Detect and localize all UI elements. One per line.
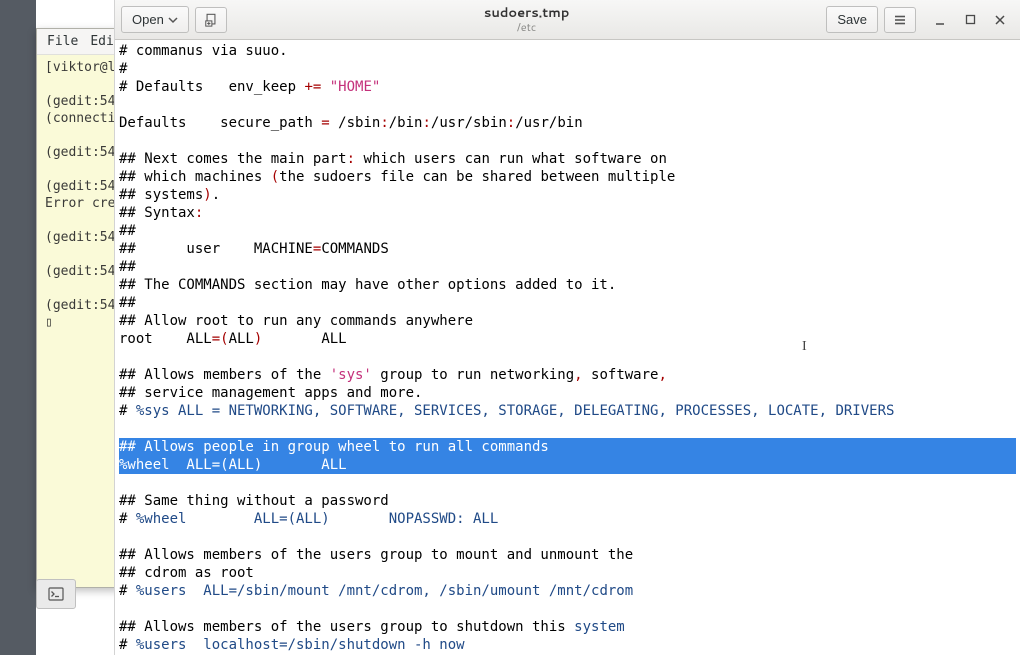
editor-line[interactable]: ## Next comes the main part: which users…	[119, 150, 1016, 168]
editor-line[interactable]: ##	[119, 294, 1016, 312]
editor-line[interactable]: ## cdrom as root	[119, 564, 1016, 582]
save-button[interactable]: Save	[826, 6, 878, 33]
gedit-window: Open sudoers.tmp /etc Save	[114, 0, 1020, 655]
maximize-button[interactable]	[962, 12, 978, 28]
editor-line[interactable]	[119, 600, 1016, 618]
editor-line[interactable]: # %users ALL=/sbin/mount /mnt/cdrom, /sb…	[119, 582, 1016, 600]
editor-line[interactable]	[119, 474, 1016, 492]
desktop-left-strip	[0, 0, 36, 655]
editor-line[interactable]: # %sys ALL = NETWORKING, SOFTWARE, SERVI…	[119, 402, 1016, 420]
editor-line[interactable]: ## Same thing without a password	[119, 492, 1016, 510]
save-button-label: Save	[837, 12, 867, 27]
editor-line[interactable]: ## Allows members of the users group to …	[119, 618, 1016, 636]
editor-line[interactable]	[119, 96, 1016, 114]
editor-area[interactable]: I # commanus via suuo.## Defaults env_ke…	[115, 40, 1020, 655]
desktop: File Edit [viktor@l (gedit:54 (connecti …	[0, 0, 1020, 655]
hamburger-menu-button[interactable]	[884, 7, 916, 33]
editor-line[interactable]: ##	[119, 258, 1016, 276]
editor-line[interactable]: ## service management apps and more.	[119, 384, 1016, 402]
chevron-down-icon	[168, 15, 178, 25]
editor-line[interactable]: root ALL=(ALL) ALL	[119, 330, 1016, 348]
editor-line[interactable]: ## Allows members of the users group to …	[119, 546, 1016, 564]
open-button[interactable]: Open	[121, 6, 189, 33]
close-button[interactable]	[992, 12, 1008, 28]
terminal-menu-file[interactable]: File	[47, 34, 78, 49]
editor-line[interactable]	[119, 348, 1016, 366]
new-tab-button[interactable]	[195, 7, 227, 33]
new-document-icon	[204, 13, 218, 27]
editor-line[interactable]: # Defaults env_keep += "HOME"	[119, 78, 1016, 96]
editor-line[interactable]: # %wheel ALL=(ALL) NOPASSWD: ALL	[119, 510, 1016, 528]
document-path: /etc	[233, 21, 821, 34]
open-button-label: Open	[132, 12, 164, 27]
text-cursor-indicator: I	[802, 338, 807, 356]
window-controls	[932, 12, 1008, 28]
editor-line[interactable]: #	[119, 60, 1016, 78]
editor-line[interactable]	[119, 528, 1016, 546]
editor-line[interactable]: ## Syntax:	[119, 204, 1016, 222]
editor-line[interactable]: ## systems).	[119, 186, 1016, 204]
editor-line[interactable]: ## which machines (the sudoers file can …	[119, 168, 1016, 186]
hamburger-icon	[893, 13, 907, 27]
editor-line[interactable]: ## Allows members of the 'sys' group to …	[119, 366, 1016, 384]
editor-line[interactable]: ## The COMMANDS section may have other o…	[119, 276, 1016, 294]
editor-line[interactable]: %wheel ALL=(ALL) ALL	[119, 456, 1016, 474]
editor-line[interactable]: ##	[119, 222, 1016, 240]
editor-line[interactable]: ## Allows people in group wheel to run a…	[119, 438, 1016, 456]
minimize-button[interactable]	[932, 12, 948, 28]
terminal-icon	[48, 586, 64, 602]
taskbar-terminal-button[interactable]	[36, 579, 76, 609]
editor-line[interactable]: # commanus via suuo.	[119, 42, 1016, 60]
editor-line[interactable]	[119, 420, 1016, 438]
editor-line[interactable]: # %users localhost=/sbin/shutdown -h now	[119, 636, 1016, 654]
editor-line[interactable]: ## user MACHINE=COMMANDS	[119, 240, 1016, 258]
editor-line[interactable]: ## Allow root to run any commands anywhe…	[119, 312, 1016, 330]
editor-line[interactable]: Defaults secure_path = /sbin:/bin:/usr/s…	[119, 114, 1016, 132]
gedit-headerbar: Open sudoers.tmp /etc Save	[115, 0, 1020, 40]
editor-line[interactable]	[119, 132, 1016, 150]
gedit-title-area: sudoers.tmp /etc	[233, 6, 821, 34]
